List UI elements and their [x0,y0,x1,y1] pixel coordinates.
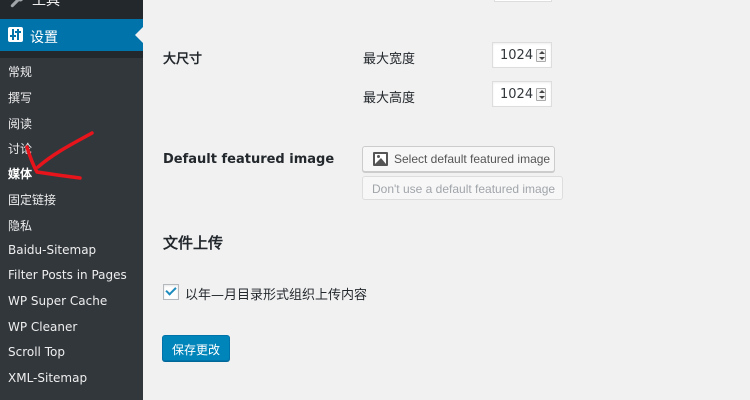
max-height-input[interactable]: 1024 [492,81,552,107]
max-width-input[interactable]: 1024 [492,42,552,68]
wrench-icon [10,0,23,8]
large-size-label: 大尺寸 [163,52,203,67]
submenu-item-reading[interactable]: 阅读 [8,115,32,132]
featured-image-label: Default featured image [163,152,335,167]
submenu-item-general[interactable]: 常规 [8,63,32,80]
max-width-value: 1024 [500,48,534,63]
menu-item-settings[interactable]: 设置 [0,19,143,51]
submenu-item-privacy[interactable]: 隐私 [8,217,32,234]
organize-uploads-label[interactable]: 以年—月目录形式组织上传内容 [185,284,367,303]
max-width-label: 最大宽度 [363,52,416,67]
save-changes-button[interactable]: 保存更改 [162,335,230,361]
submenu-item-wp-cleaner[interactable]: WP Cleaner [8,320,77,334]
image-icon [373,152,388,166]
submenu-item-writing[interactable]: 撰写 [8,89,32,106]
save-changes-label: 保存更改 [172,343,221,357]
max-height-label: 最大高度 [363,91,416,106]
submenu-item-media[interactable]: 媒体 [8,165,32,182]
dont-use-featured-image-button[interactable]: Don't use a default featured image [362,176,563,200]
current-menu-pointer [135,27,143,43]
menu-item-tools[interactable]: 工具 [0,0,143,12]
settings-sliders-icon [8,27,23,42]
previous-size-input[interactable] [494,0,552,2]
submenu-item-scroll-top[interactable]: Scroll Top [8,345,65,359]
max-width-spinner[interactable] [536,49,546,62]
submenu-item-wp-super-cache[interactable]: WP Super Cache [8,294,107,308]
submenu-item-permalinks[interactable]: 固定链接 [8,191,56,208]
select-featured-image-button[interactable]: Select default featured image [362,146,555,172]
menu-item-settings-label: 设置 [30,30,58,46]
admin-sidebar: 工具 设置 常规 撰写 阅读 讨论 媒体 固定链接 隐私 Baidu-Sitem… [0,0,143,400]
submenu-item-baidu-sitemap[interactable]: Baidu-Sitemap [8,243,96,257]
organize-uploads-checkbox[interactable] [163,284,179,300]
max-height-value: 1024 [500,87,534,102]
max-height-spinner[interactable] [536,88,546,101]
media-settings-form: 大尺寸 最大宽度 1024 最大高度 1024 Default featured… [143,0,750,400]
uploads-heading: 文件上传 [163,234,224,252]
checkmark-icon [165,284,177,296]
select-featured-image-label: Select default featured image [394,152,551,166]
menu-item-tools-label: 工具 [32,0,60,9]
dont-use-featured-image-label: Don't use a default featured image [372,182,556,196]
submenu-item-discussion[interactable]: 讨论 [8,140,32,157]
submenu-item-xml-sitemap[interactable]: XML-Sitemap [8,371,87,385]
submenu-item-filter-posts[interactable]: Filter Posts in Pages [8,268,127,282]
